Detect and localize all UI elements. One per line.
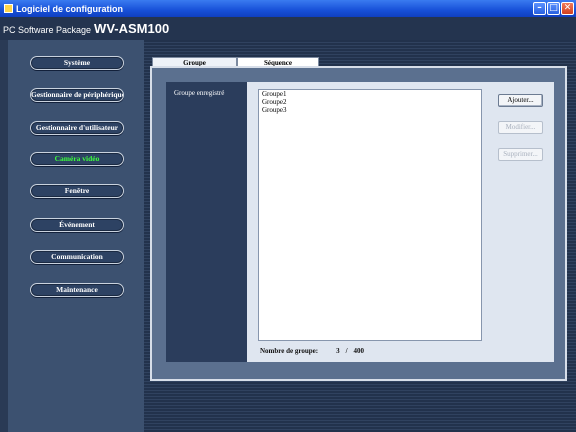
delete-button[interactable]: Supprimer... (498, 148, 543, 161)
sidebar-item-gestionnaire-peripherique[interactable]: Gestionnaire de périphérique (30, 88, 124, 102)
sidebar-item-maintenance[interactable]: Maintenance (30, 283, 124, 297)
group-count-separator: / (345, 347, 348, 355)
group-count-current: 3 (336, 347, 340, 355)
window-title: Logiciel de configuration (16, 3, 124, 14)
package-name: PC Software Package (3, 25, 92, 35)
group-count-max: 400 (353, 347, 365, 355)
list-item[interactable]: Groupe1 (262, 90, 481, 98)
registered-group-label: Groupe enregistré (166, 82, 247, 362)
sidebar-item-communication[interactable]: Communication (30, 250, 124, 264)
group-count-label: Nombre de groupe: (260, 347, 319, 355)
model-name: WV-ASM100 (94, 21, 170, 36)
app-icon (4, 4, 13, 13)
app-header: PC Software Package WV-ASM100 (0, 17, 576, 40)
sidebar-item-evenement[interactable]: Événement (30, 218, 124, 232)
list-item[interactable]: Groupe3 (262, 106, 481, 114)
add-button[interactable]: Ajouter... (498, 94, 543, 107)
list-item[interactable]: Groupe2 (262, 98, 481, 106)
sidebar: Système Gestionnaire de périphérique Ges… (8, 40, 144, 432)
sidebar-item-fenetre[interactable]: Fenêtre (30, 184, 124, 198)
window-controls: – □ ✕ (533, 2, 574, 15)
minimize-button[interactable]: – (533, 2, 546, 15)
close-button[interactable]: ✕ (561, 2, 574, 15)
sidebar-item-systeme[interactable]: Système (30, 56, 124, 70)
maximize-button[interactable]: □ (547, 2, 560, 15)
window-titlebar: Logiciel de configuration – □ ✕ (0, 0, 576, 17)
group-list[interactable]: Groupe1 Groupe2 Groupe3 (258, 89, 482, 341)
sidebar-item-camera-video[interactable]: Caméra vidéo (30, 152, 124, 166)
sidebar-item-gestionnaire-utilisateur[interactable]: Gestionnaire d'utilisateur (30, 121, 124, 135)
group-count: Nombre de groupe: 3 / 400 (260, 347, 364, 355)
modify-button[interactable]: Modifier... (498, 121, 543, 134)
